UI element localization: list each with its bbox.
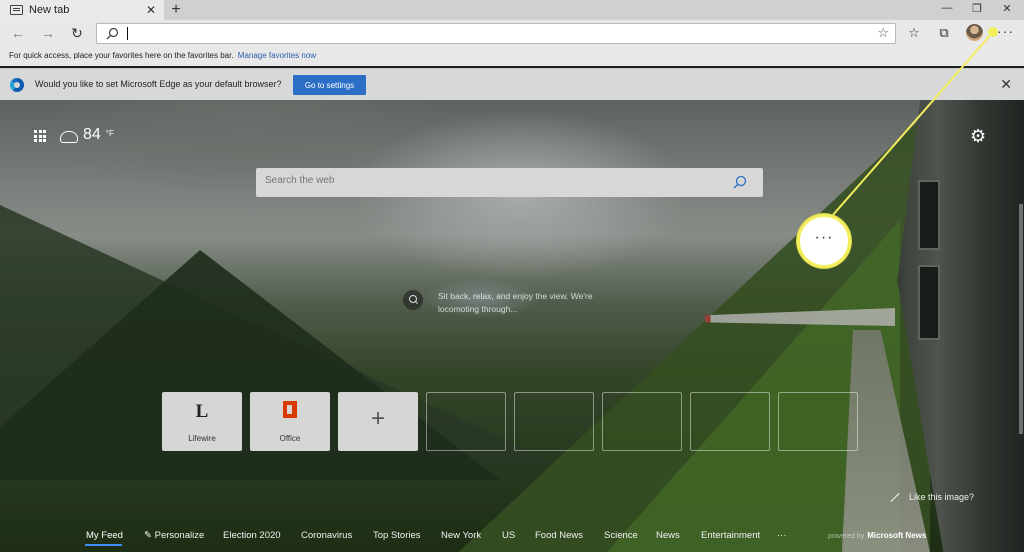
powered-by-prefix: powered by [828,533,865,540]
favorites-bar: For quick access, place your favorites h… [0,46,1024,66]
feed-tab-news[interactable]: News [656,530,680,541]
close-tab-icon[interactable]: ✕ [146,3,156,17]
quick-link-lifewire[interactable]: L Lifewire [162,392,242,451]
quick-link-empty-slot [778,392,858,451]
quick-link-empty-slot [602,392,682,451]
close-notification-icon[interactable]: ✕ [1000,76,1012,93]
new-tab-button[interactable]: + [168,1,184,19]
quick-link-empty-slot [690,392,770,451]
feed-tab-new-york[interactable]: New York [441,530,481,541]
refresh-icon[interactable]: ↻ [69,25,85,41]
lifewire-icon: L [195,401,209,422]
weather-widget[interactable]: 84 °F [60,126,114,144]
tab-new-tab[interactable]: New tab ✕ [0,0,164,20]
quick-link-office[interactable]: Office [250,392,330,451]
maximize-icon[interactable]: ❐ [966,2,988,15]
cloud-icon [60,131,78,143]
feed-tab-personalize[interactable]: ✎ Personalize [144,530,204,541]
title-bar: New tab ✕ + — ❐ ✕ [0,0,1024,20]
page-scrollbar[interactable] [1019,204,1023,434]
temperature: 84 [83,126,101,143]
address-input[interactable] [131,26,861,42]
close-window-icon[interactable]: ✕ [996,2,1018,15]
feed-tab-top-stories[interactable]: Top Stories [373,530,421,541]
feed-tab-election-2020[interactable]: Election 2020 [223,530,281,541]
text-caret [127,27,128,40]
personalize-label: Personalize [154,530,205,541]
new-tab-page-icon [10,5,23,15]
settings-and-more-icon[interactable]: ··· [997,23,1014,39]
page-settings-gear-icon[interactable]: ⚙ [970,126,986,147]
feed-tab-science[interactable]: Science [604,530,638,541]
feed-tab-entertainment[interactable]: Entertainment [701,530,760,541]
office-icon-wrapper [250,401,330,421]
like-this-image[interactable]: Like this image? [889,492,974,502]
image-info-text: Sit back, relax, and enjoy the view. We'… [438,291,593,314]
powered-by: powered by Microsoft News [828,531,926,540]
feed-tab-my-feed[interactable]: My Feed [86,530,123,541]
feed-tab-coronavirus[interactable]: Coronavirus [301,530,352,541]
callout-target-dot [988,27,998,37]
image-search-icon[interactable] [403,290,423,310]
web-search-input[interactable] [265,175,705,186]
edge-logo-icon [10,78,24,92]
office-icon [283,401,297,418]
navigation-toolbar: ← → ↻ ☆ ☆ ⧉ ··· [0,20,1024,46]
news-feed-nav: My Feed ✎ Personalize Election 2020 Coro… [0,522,1024,552]
tab-title: New tab [29,4,70,16]
favorites-icon[interactable]: ☆ [906,25,922,41]
default-browser-notification: Would you like to set Microsoft Edge as … [0,68,1024,100]
notification-message: Would you like to set Microsoft Edge as … [35,79,282,89]
feed-tab-us[interactable]: US [502,530,515,541]
minimize-icon[interactable]: — [936,2,958,14]
favorites-bar-message: For quick access, place your favorites h… [9,51,234,60]
search-icon[interactable] [733,175,747,189]
microsoft-news-brand: Microsoft News [867,531,927,540]
feed-tab-food-news[interactable]: Food News [535,530,583,541]
favorite-star-icon[interactable]: ☆ [877,25,889,41]
feed-more-icon[interactable]: ··· [777,530,787,541]
callout-magnified-more-button: ··· [797,214,851,268]
temperature-unit: °F [105,129,114,138]
app-launcher-icon[interactable] [34,130,46,142]
forward-arrow-icon[interactable]: → [40,25,56,41]
expand-icon [889,492,899,502]
profile-avatar[interactable] [966,24,983,41]
back-arrow-icon[interactable]: ← [10,25,26,41]
search-icon [106,27,119,40]
manage-favorites-link[interactable]: Manage favorites now [238,51,316,60]
new-tab-background: 84 °F ⚙ Sit back, relax, and enjoy the v… [0,100,1024,552]
quick-link-empty-slot [426,392,506,451]
add-quick-link-button[interactable]: + [338,392,418,451]
quick-link-label: Office [279,434,301,443]
add-icon: + [370,405,385,432]
collections-icon[interactable]: ⧉ [936,25,952,41]
active-tab-indicator [85,544,122,546]
quick-link-empty-slot [514,392,594,451]
address-bar[interactable]: ☆ [96,23,896,44]
like-image-label: Like this image? [909,492,975,502]
go-to-settings-button[interactable]: Go to settings [293,75,366,95]
image-info[interactable]: Sit back, relax, and enjoy the view. We'… [403,290,608,316]
web-search-box[interactable] [256,168,763,197]
quick-link-label: Lifewire [188,434,216,443]
